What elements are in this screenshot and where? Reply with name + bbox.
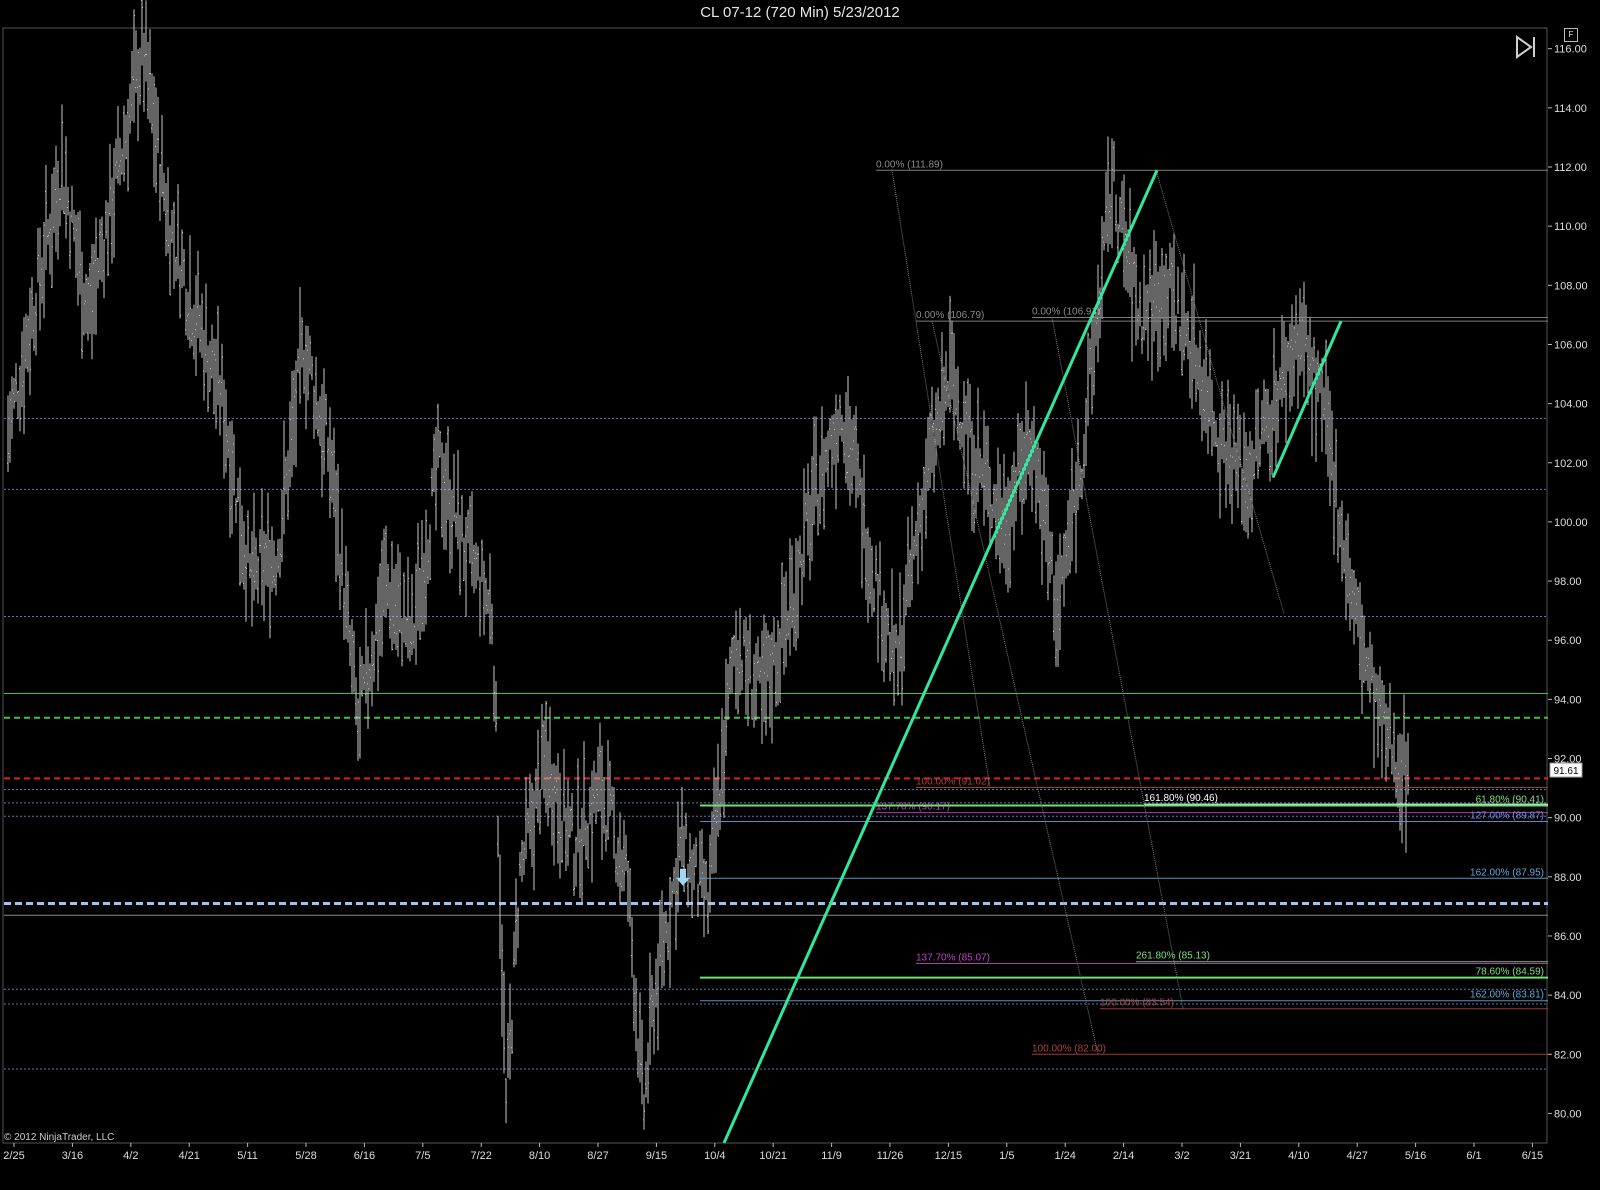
y-axis-tick-label: 96.00 (1554, 635, 1582, 647)
x-axis-tick-label: 2/14 (1113, 1150, 1134, 1162)
x-axis-tick-label: 6/16 (354, 1150, 375, 1162)
y-axis-tick-label: 100.00 (1554, 517, 1588, 529)
fib-level-label: 0.00% (106.91) (1032, 307, 1100, 318)
fib-level-label: 162.00% (87.95) (1470, 867, 1544, 878)
y-axis-tick-label: 84.00 (1554, 990, 1582, 1002)
y-axis-tick-label: 82.00 (1554, 1049, 1582, 1061)
x-axis-tick-label: 11/9 (821, 1150, 842, 1162)
x-axis-tick-label: 5/16 (1405, 1150, 1426, 1162)
fib-level-label: 137.70% (90.17) (876, 802, 950, 813)
y-axis-tick-label: 88.00 (1554, 872, 1582, 884)
y-axis-tick-label: 90.00 (1554, 813, 1582, 825)
y-axis-tick-label: 108.00 (1554, 280, 1588, 292)
scroll-to-end-icon[interactable] (1513, 34, 1539, 60)
x-axis-tick-label: 1/24 (1054, 1150, 1075, 1162)
y-axis-tick-label: 80.00 (1554, 1108, 1582, 1120)
fib-level-label: 137.70% (85.07) (916, 952, 990, 963)
x-axis-tick-label: 4/2 (123, 1150, 138, 1162)
x-axis-tick-label: 6/1 (1466, 1150, 1481, 1162)
x-axis-tick-label: 10/4 (704, 1150, 725, 1162)
f-button[interactable]: F (1564, 28, 1578, 42)
x-axis-tick-label: 6/15 (1522, 1150, 1543, 1162)
x-axis-tick-label: 7/22 (470, 1150, 491, 1162)
y-axis-tick-label: 112.00 (1554, 162, 1587, 174)
fib-guide-line (1051, 317, 1184, 1009)
y-axis-tick-label: 102.00 (1554, 458, 1588, 470)
x-axis-tick-label: 12/15 (935, 1150, 963, 1162)
fibonacci-layer: 0.00% (111.89) 0.00% (106.79) 0.00% (106.9… (700, 159, 1548, 1055)
x-axis-tick-label: 4/21 (178, 1150, 199, 1162)
current-price-label: 91.61 (1553, 766, 1578, 777)
x-axis-tick-label: 4/10 (1288, 1150, 1309, 1162)
x-axis-tick-label: 2/25 (3, 1150, 24, 1162)
fib-level-label: 100.00% (82.00) (1032, 1043, 1106, 1054)
secondary-trendline (1271, 320, 1343, 479)
fib-level-label: 161.80% (90.46) (1144, 793, 1218, 804)
x-axis-tick-label: 10/21 (759, 1150, 787, 1162)
fib-guide-line (931, 320, 1099, 1055)
x-axis-tick-label: 7/5 (415, 1150, 430, 1162)
x-axis-tick-label: 9/15 (646, 1150, 667, 1162)
price-chart[interactable]: 0.00% (111.89) 0.00% (106.79) 0.00% (106.9… (0, 0, 1600, 1190)
fib-level-label: 127.00% (89.87) (1470, 811, 1544, 822)
x-axis-tick-label: 1/5 (999, 1150, 1014, 1162)
y-axis-tick-label: 86.00 (1554, 931, 1582, 943)
y-axis-tick-label: 98.00 (1554, 576, 1582, 588)
fib-level-label: 61.80% (90.41) (1476, 795, 1544, 806)
fib-guide-line (1155, 170, 1285, 614)
y-axis-tick-label: 106.00 (1554, 339, 1588, 351)
fib-level-label: 78.60% (84.59) (1476, 967, 1544, 978)
x-axis-tick-label: 4/27 (1346, 1150, 1367, 1162)
overlay-layer: 91.61 (676, 762, 1583, 886)
fib-level-label: 0.00% (111.89) (876, 159, 943, 170)
fib-level-label: 162.00% (83.81) (1470, 990, 1544, 1001)
fib-level-label: 100.00% (91.02) (916, 777, 990, 788)
y-axis-tick-label: 110.00 (1554, 221, 1587, 233)
x-axis-tick-label: 3/21 (1230, 1150, 1251, 1162)
y-axis-tick-label: 104.00 (1554, 399, 1588, 411)
fib-guide-line (891, 170, 991, 788)
fib-level-label: 0.00% (106.79) (916, 310, 984, 321)
x-axis-tick-label: 8/10 (529, 1150, 550, 1162)
y-axis-tick-label: 94.00 (1554, 694, 1582, 706)
fib-level-label: 100.00% (83.54) (1100, 998, 1174, 1009)
x-axis-tick-label: 3/16 (62, 1150, 83, 1162)
y-axis-tick-label: 116.00 (1554, 44, 1587, 56)
copyright-text: © 2012 NinjaTrader, LLC (4, 1132, 115, 1143)
x-axis-tick-label: 5/11 (237, 1150, 258, 1162)
x-axis-tick-label: 8/27 (587, 1150, 608, 1162)
x-axis-tick-label: 3/2 (1174, 1150, 1189, 1162)
y-axis-tick-label: 114.00 (1554, 103, 1587, 115)
x-axis-tick-label: 5/28 (295, 1150, 316, 1162)
grid-layer (2, 27, 1548, 1144)
x-axis-tick-label: 11/26 (877, 1150, 904, 1162)
chart-panel-border (2, 27, 1548, 1144)
